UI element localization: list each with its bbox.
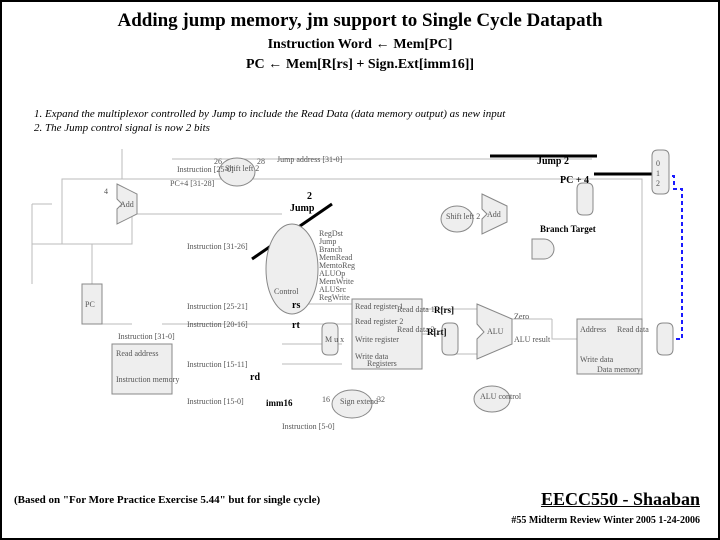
svg-text:Instruction [25-21]: Instruction [25-21] [187,302,248,311]
r-rt-label: R[rt] [427,327,447,337]
svg-text:0: 0 [656,159,660,168]
svg-text:RegWrite: RegWrite [319,293,350,302]
line1-rhs: Mem[PC] [393,37,452,52]
svg-text:Instruction [31-26]: Instruction [31-26] [187,242,248,251]
svg-text:26: 26 [214,157,222,166]
svg-text:Data memory: Data memory [597,365,641,374]
svg-text:Read data: Read data [617,325,649,334]
svg-text:Instruction [15-0]: Instruction [15-0] [187,397,244,406]
svg-text:16: 16 [322,395,330,404]
svg-text:PC+4 [31-28]: PC+4 [31-28] [170,179,215,188]
footer-meta: #55 Midterm Review Winter 2005 1-24-2006 [511,515,700,526]
footer-course: EECC550 - Shaaban [541,489,700,510]
svg-text:Instruction [15-11]: Instruction [15-11] [187,360,248,369]
svg-text:Write data: Write data [580,355,614,364]
svg-text:Shift left 2: Shift left 2 [446,212,480,221]
datapath-diagram: PC Read address Instruction memory Add 4… [22,94,702,454]
line1-lhs: Instruction Word [268,37,372,52]
rt-label: rt [292,320,300,331]
svg-text:Instruction [20-16]: Instruction [20-16] [187,320,248,329]
rd-label: rd [250,372,260,383]
svg-text:Instruction [25-0]: Instruction [25-0] [177,165,234,174]
svg-text:Instruction memory: Instruction memory [116,375,179,384]
svg-text:Sign extend: Sign extend [340,397,378,406]
svg-text:Address: Address [580,325,606,334]
svg-text:Read address: Read address [116,349,158,358]
svg-text:PC: PC [85,300,95,309]
svg-text:Control: Control [274,287,299,296]
svg-text:ALU result: ALU result [514,335,551,344]
line2-lhs: PC [246,57,265,72]
two-label: 2 [307,191,312,202]
jump-2-label: Jump 2 [537,156,569,167]
instr-line-2: PC ← Mem[R[rs] + Sign.Ext[imm16]] [2,54,718,74]
svg-text:ALU control: ALU control [480,392,522,401]
left-arrow-icon: ← [268,55,286,71]
svg-text:2: 2 [656,179,660,188]
pc-plus-4-label: PC + 4 [560,175,589,186]
svg-text:Instruction [31-0]: Instruction [31-0] [118,332,175,341]
svg-text:Registers: Registers [367,359,397,368]
svg-text:Instruction [5-0]: Instruction [5-0] [282,422,335,431]
left-arrow-icon: ← [375,35,393,51]
r-rs-label: R[rs] [434,305,454,315]
svg-text:28: 28 [257,157,265,166]
rs-label: rs [292,300,300,311]
svg-text:Zero: Zero [514,312,529,321]
svg-text:M u x: M u x [325,335,344,344]
datapath-svg: PC Read address Instruction memory Add 4… [22,94,702,454]
svg-text:Read data 1: Read data 1 [397,305,435,314]
svg-text:1: 1 [656,169,660,178]
jump-label: Jump [290,203,314,214]
svg-text:Write register: Write register [355,335,399,344]
svg-text:Jump address [31-0]: Jump address [31-0] [277,155,343,164]
svg-text:Add: Add [487,210,501,219]
branch-target-label: Branch Target [540,224,596,234]
svg-text:32: 32 [377,395,385,404]
line2-rhs: Mem[R[rs] + Sign.Ext[imm16]] [286,57,474,72]
svg-text:4: 4 [104,187,108,196]
instr-line-1: Instruction Word ← Mem[PC] [2,34,718,54]
svg-text:Add: Add [120,200,134,209]
svg-text:ALU: ALU [487,327,504,336]
footer-note: (Based on "For More Practice Exercise 5.… [14,494,320,506]
imm16-label: imm16 [266,398,293,408]
page-title: Adding jump memory, jm support to Single… [2,2,718,34]
